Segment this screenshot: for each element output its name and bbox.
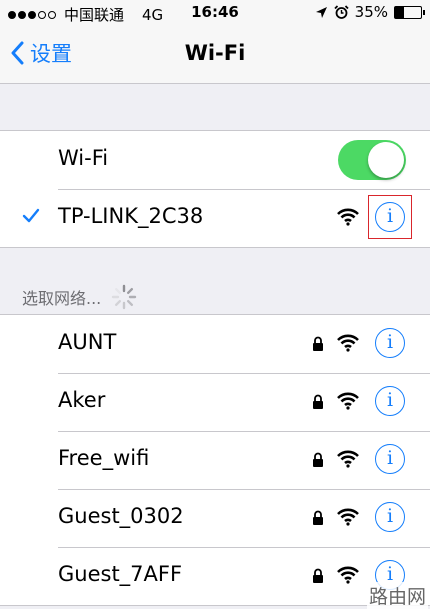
network-name: Aker — [58, 388, 106, 412]
battery-percent: 35% — [354, 3, 388, 21]
wifi-toggle-label: Wi-Fi — [58, 146, 109, 170]
network-row-3[interactable]: Free_wifi i — [0, 431, 430, 489]
info-icon: i — [386, 205, 394, 227]
info-button[interactable]: i — [375, 328, 405, 358]
wifi-signal-icon — [337, 208, 359, 226]
alarm-clock-icon — [334, 4, 349, 19]
network-row-4[interactable]: Guest_0302 i — [0, 489, 430, 547]
info-button[interactable]: i — [375, 502, 405, 532]
battery-icon — [394, 5, 425, 19]
network-row-5[interactable]: Guest_7AFF i — [0, 547, 430, 605]
lock-icon — [313, 394, 323, 409]
choose-network-label: 选取网络... — [22, 289, 102, 308]
connected-network-row[interactable]: TP-LINK_2C38 i — [0, 189, 430, 247]
network-row-1[interactable]: AUNT i — [0, 315, 430, 373]
wifi-toggle-switch[interactable] — [338, 140, 406, 180]
network-name: Guest_0302 — [58, 504, 184, 528]
wifi-signal-icon — [337, 508, 359, 526]
wifi-settings-group: Wi-Fi TP-LINK_2C38 i — [0, 130, 430, 248]
status-right: 35% — [315, 3, 425, 21]
location-arrow-icon — [315, 6, 327, 18]
network-name: AUNT — [58, 330, 117, 354]
info-icon: i — [386, 331, 394, 353]
page-title: Wi-Fi — [184, 41, 246, 65]
lock-icon — [313, 568, 323, 583]
info-icon: i — [386, 447, 394, 469]
network-list: AUNT i Aker i Free_wifi i Guest_0302 i G… — [0, 314, 430, 606]
info-button[interactable]: i — [375, 202, 405, 232]
lock-icon — [313, 452, 323, 467]
section-header: 选取网络... — [22, 284, 137, 310]
status-bar: 中国联通 4G 16:46 35% — [0, 0, 430, 26]
info-icon: i — [386, 505, 394, 527]
network-name: Free_wifi — [58, 446, 150, 470]
wifi-signal-icon — [337, 392, 359, 410]
watermark: 路由网 — [366, 582, 428, 609]
network-row-2[interactable]: Aker i — [0, 373, 430, 431]
info-button[interactable]: i — [375, 444, 405, 474]
info-icon: i — [386, 389, 394, 411]
wifi-signal-icon — [337, 450, 359, 468]
checkmark-icon — [22, 208, 40, 223]
network-name: Guest_7AFF — [58, 562, 183, 586]
loading-spinner-icon — [112, 284, 137, 310]
toggle-knob — [368, 142, 404, 178]
navigation-bar: 设置 Wi-Fi — [0, 26, 430, 84]
wifi-signal-icon — [337, 334, 359, 352]
info-button[interactable]: i — [375, 386, 405, 416]
lock-icon — [313, 510, 323, 525]
wifi-toggle-row: Wi-Fi — [0, 131, 430, 189]
connected-network-name: TP-LINK_2C38 — [58, 204, 204, 228]
lock-icon — [313, 336, 323, 351]
wifi-signal-icon — [337, 566, 359, 584]
